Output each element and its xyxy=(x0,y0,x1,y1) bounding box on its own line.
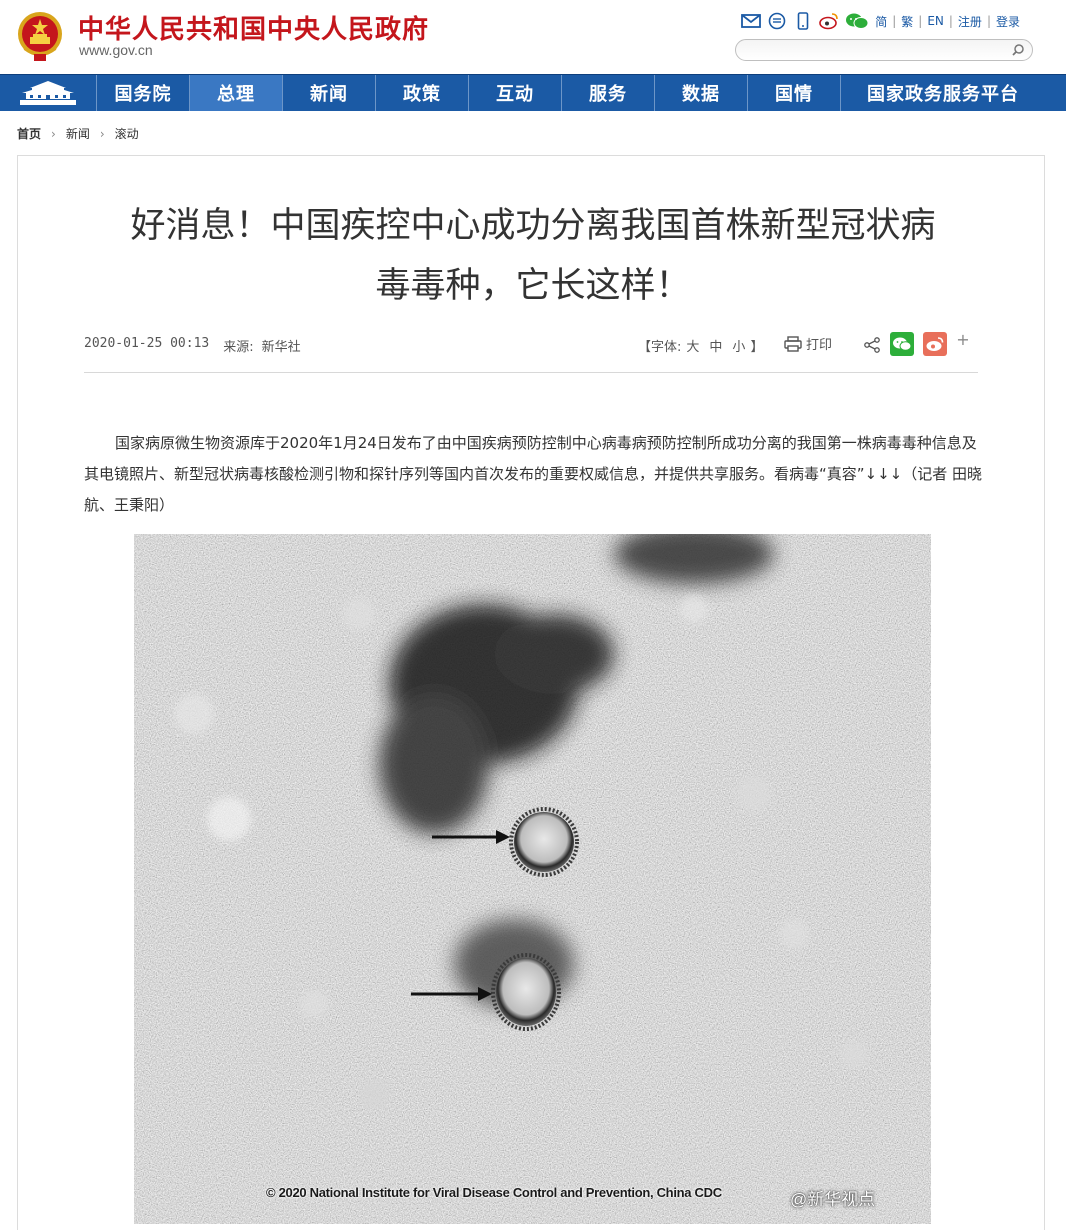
font-size-control: 【字体: 大 中 小 】 xyxy=(638,336,763,355)
article-title: 好消息！中国疾控中心成功分离我国首株新型冠状病 毒毒种，它长这样！ xyxy=(78,196,988,316)
font-size-close-bracket: 】 xyxy=(750,340,764,355)
nav-item-data[interactable]: 数据 xyxy=(655,75,748,111)
watermark-at: @ xyxy=(790,1190,808,1209)
font-size-medium-button[interactable]: 中 xyxy=(709,336,722,355)
nav-item-premier[interactable]: 总理 xyxy=(190,75,283,111)
article-container: 好消息！中国疾控中心成功分离我国首株新型冠状病 毒毒种，它长这样！ 2020-0… xyxy=(17,155,1045,1230)
toolbar-separator: | xyxy=(918,14,923,28)
site-header: 中华人民共和国中央人民政府 www.gov.cn 简 | 繁 | EN | 注册… xyxy=(0,0,1066,74)
nav-home-button[interactable] xyxy=(0,75,97,111)
toolbar-separator: | xyxy=(892,14,897,28)
main-nav: 国务院 总理 新闻 政策 互动 服务 数据 国情 国家政务服务平台 xyxy=(0,74,1066,111)
meta-divider xyxy=(84,372,978,373)
coronavirus-micrograph-image: © 2020 National Institute for Viral Dise… xyxy=(134,534,931,1224)
article-meta: 2020-01-25 00:13 来源: 新华社 xyxy=(84,336,301,355)
print-label: 打印 xyxy=(806,338,833,353)
share-weibo-button[interactable] xyxy=(923,332,947,356)
weibo-icon[interactable] xyxy=(819,11,839,31)
weibo-icon xyxy=(926,337,944,351)
breadcrumb-rolling[interactable]: 滚动 xyxy=(115,125,139,142)
message-icon[interactable] xyxy=(767,11,787,31)
chevron-right-icon: › xyxy=(51,126,56,141)
breadcrumb-news[interactable]: 新闻 xyxy=(66,125,90,142)
nav-item-state-council[interactable]: 国务院 xyxy=(97,75,190,111)
nav-item-gov-service-platform[interactable]: 国家政务服务平台 xyxy=(841,75,1045,111)
share-icon[interactable] xyxy=(863,336,881,354)
site-title[interactable]: 中华人民共和国中央人民政府 xyxy=(78,9,429,46)
lang-english-link[interactable]: EN xyxy=(927,14,944,28)
nav-item-national-info[interactable]: 国情 xyxy=(748,75,841,111)
breadcrumb: 首页 › 新闻 › 滚动 xyxy=(17,125,139,142)
lang-simplified-link[interactable]: 简 xyxy=(875,13,887,30)
more-share-button[interactable]: + xyxy=(956,330,970,350)
register-link[interactable]: 注册 xyxy=(958,13,982,30)
article-title-line-2: 毒毒种，它长这样！ xyxy=(375,266,691,306)
site-url[interactable]: www.gov.cn xyxy=(79,42,153,58)
nav-item-services[interactable]: 服务 xyxy=(562,75,655,111)
search-icon[interactable] xyxy=(1010,42,1026,58)
font-size-large-button[interactable]: 大 xyxy=(686,336,699,355)
chevron-right-icon: › xyxy=(99,126,105,141)
share-wechat-button[interactable] xyxy=(890,332,914,356)
wechat-icon[interactable] xyxy=(845,11,869,31)
nav-item-news[interactable]: 新闻 xyxy=(283,75,376,111)
font-size-label: 【字体: xyxy=(638,340,682,355)
publish-date: 2020-01-25 00:13 xyxy=(84,336,210,351)
breadcrumb-home[interactable]: 首页 xyxy=(17,125,41,142)
xinhua-watermark: @新华视点 xyxy=(790,1185,875,1210)
nav-item-interaction[interactable]: 互动 xyxy=(469,75,562,111)
print-button[interactable]: 打印 xyxy=(784,334,832,353)
toolbar-separator: | xyxy=(948,14,953,28)
tiananmen-icon xyxy=(20,81,76,105)
printer-icon xyxy=(784,335,802,352)
toolbar-separator: | xyxy=(986,14,991,28)
search-input[interactable] xyxy=(746,42,1006,58)
national-emblem-logo[interactable] xyxy=(16,10,64,62)
nav-item-policies[interactable]: 政策 xyxy=(376,75,469,111)
search-box xyxy=(735,39,1033,61)
header-toolbar: 简 | 繁 | EN | 注册 | 登录 xyxy=(741,11,1020,31)
login-link[interactable]: 登录 xyxy=(996,13,1020,30)
source-label: 来源: xyxy=(223,340,254,355)
photo-credit: © 2020 National Institute for Viral Dise… xyxy=(266,1185,722,1200)
mobile-icon[interactable] xyxy=(793,11,813,31)
source-name: 新华社 xyxy=(261,340,301,355)
watermark-text: 新华视点 xyxy=(807,1190,876,1210)
article-body-paragraph: 国家病原微生物资源库于2020年1月24日发布了由中国疾病预防控制中心病毒病预防… xyxy=(84,434,983,514)
mail-icon[interactable] xyxy=(741,11,762,31)
font-size-small-button[interactable]: 小 xyxy=(732,336,745,355)
article-title-line-1: 好消息！中国疾控中心成功分离我国首株新型冠状病 xyxy=(130,206,936,246)
lang-traditional-link[interactable]: 繁 xyxy=(901,13,913,30)
wechat-icon xyxy=(893,337,912,351)
